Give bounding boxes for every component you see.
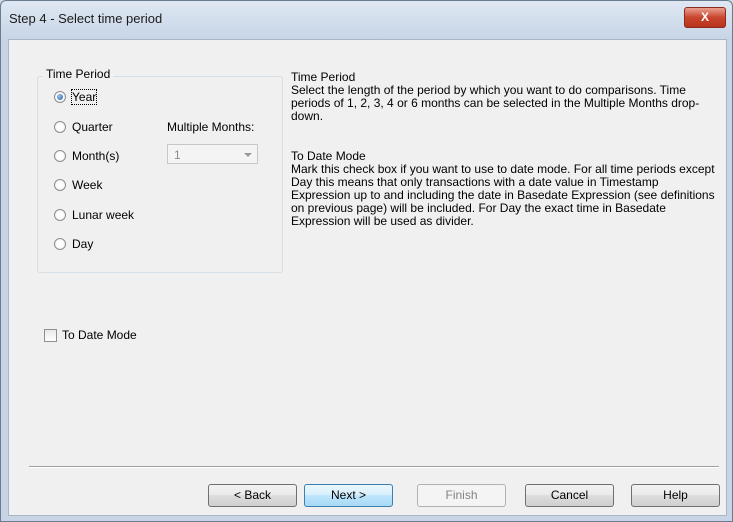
- radio-week[interactable]: Week: [54, 178, 102, 192]
- radio-day[interactable]: Day: [54, 237, 93, 251]
- radio-icon: [54, 150, 66, 162]
- multiple-months-dropdown[interactable]: 1: [167, 144, 258, 164]
- radio-months[interactable]: Month(s): [54, 149, 119, 163]
- radio-label-months: Month(s): [72, 149, 120, 163]
- radio-label-quarter: Quarter: [72, 120, 113, 134]
- title-bar: Step 4 - Select time period X: [1, 1, 732, 39]
- radio-label-lunar-week: Lunar week: [72, 208, 135, 222]
- cancel-button[interactable]: Cancel: [525, 484, 614, 507]
- radio-icon: [54, 121, 66, 133]
- multiple-months-label: Multiple Months:: [167, 120, 255, 134]
- help-button[interactable]: Help: [631, 484, 720, 507]
- dialog-body: Time Period Year Quarter Month(s) Week L…: [8, 39, 727, 516]
- help-time-period-text: Select the length of the period by which…: [291, 83, 700, 123]
- time-period-group-label: Time Period: [43, 67, 114, 81]
- radio-icon: [54, 238, 66, 250]
- window-title: Step 4 - Select time period: [9, 11, 163, 26]
- wizard-window: Step 4 - Select time period X Time Perio…: [0, 0, 733, 522]
- chevron-down-icon: [244, 153, 252, 157]
- radio-icon: [54, 209, 66, 221]
- help-to-date-text: Mark this check box if you want to use t…: [291, 162, 715, 228]
- to-date-mode-label: To Date Mode: [62, 328, 137, 342]
- radio-quarter[interactable]: Quarter: [54, 120, 113, 134]
- finish-button: Finish: [417, 484, 506, 507]
- multiple-months-value: 1: [174, 148, 181, 162]
- back-button[interactable]: < Back: [208, 484, 297, 507]
- radio-selected-icon: [54, 91, 66, 103]
- radio-lunar-week[interactable]: Lunar week: [54, 208, 134, 222]
- radio-label-week: Week: [72, 178, 103, 192]
- button-divider: [29, 466, 719, 468]
- to-date-mode-checkbox[interactable]: To Date Mode: [44, 328, 137, 342]
- next-button[interactable]: Next >: [304, 484, 393, 507]
- close-button[interactable]: X: [684, 7, 726, 28]
- radio-label-day: Day: [72, 237, 94, 251]
- radio-label-year: Year: [70, 89, 98, 105]
- radio-icon: [54, 179, 66, 191]
- checkbox-icon: [44, 328, 57, 342]
- radio-year[interactable]: Year: [54, 89, 98, 105]
